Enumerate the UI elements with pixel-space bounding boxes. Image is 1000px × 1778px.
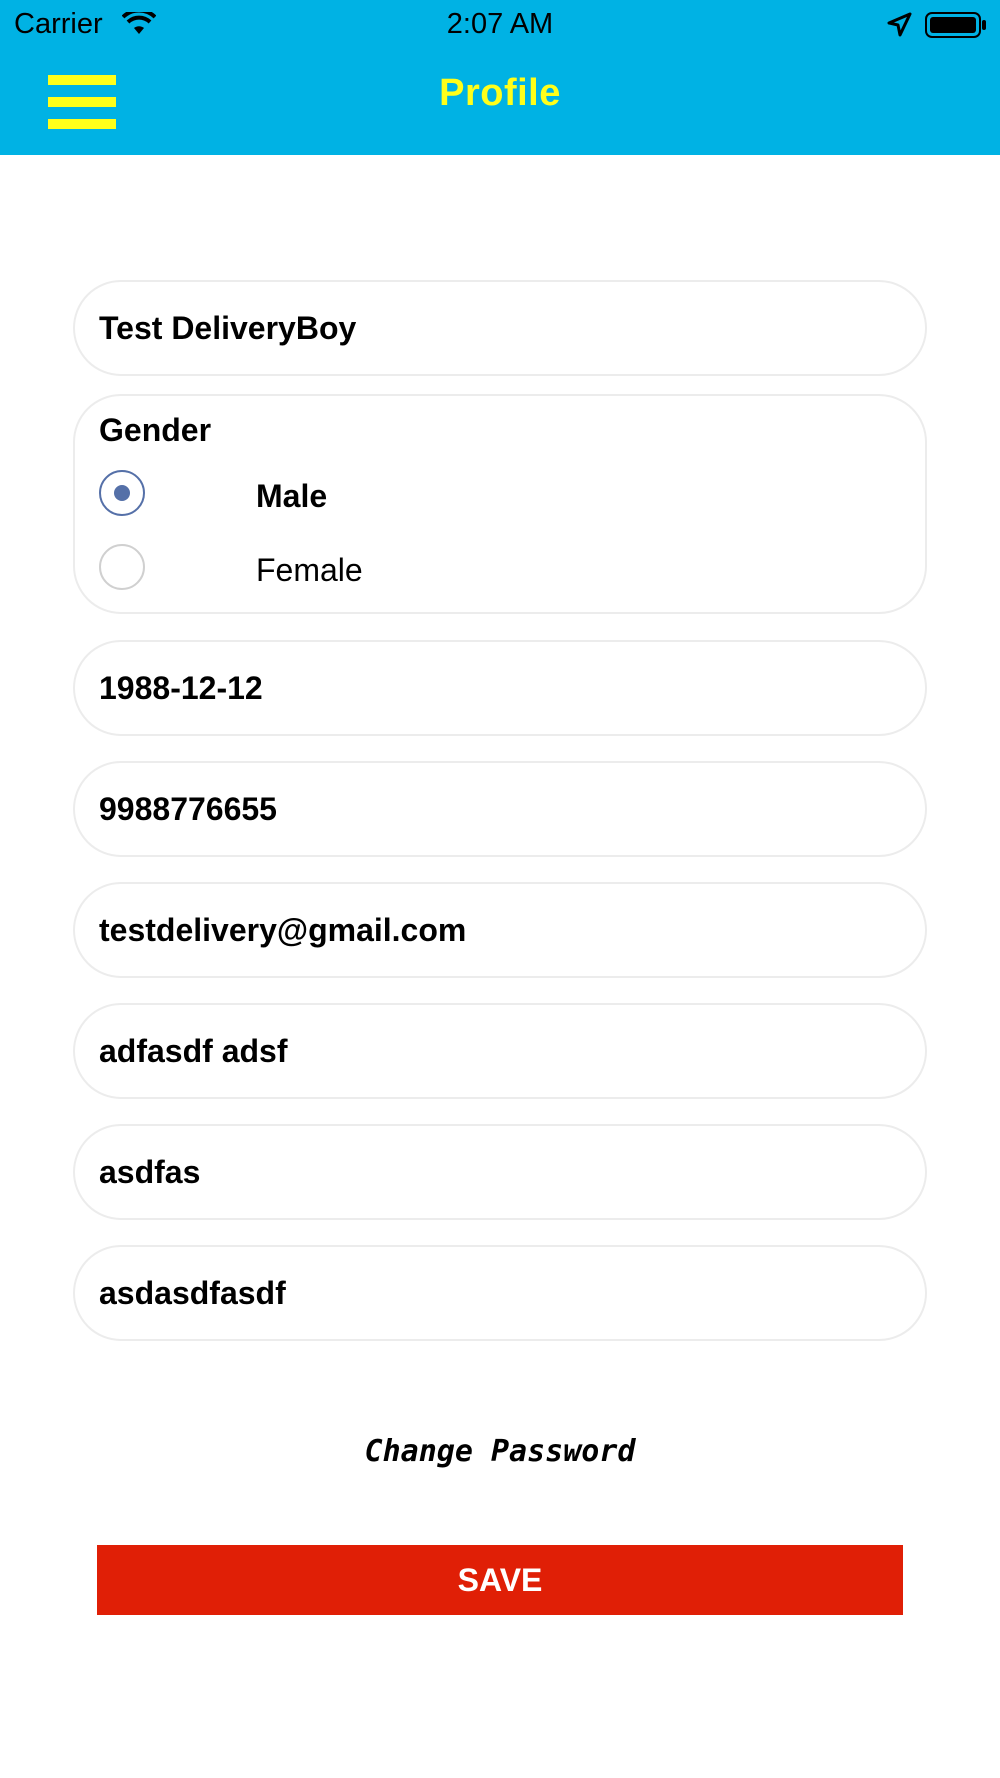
page-title: Profile — [439, 72, 561, 114]
status-bar: Carrier 2:07 AM — [0, 0, 1000, 50]
address-line1-value: adfasdf adsf — [99, 1033, 288, 1069]
location-arrow-icon — [886, 12, 912, 43]
dob-field[interactable]: 1988-12-12 — [73, 640, 927, 736]
address-line2-value: asdfas — [99, 1154, 201, 1190]
battery-icon — [925, 12, 987, 43]
address-line1-field[interactable]: adfasdf adsf — [73, 1003, 927, 1099]
gender-option-male[interactable]: Male — [99, 470, 699, 520]
phone-value: 9988776655 — [99, 791, 277, 827]
radio-unchecked-icon[interactable] — [99, 544, 145, 590]
gender-group: Gender Male Female — [73, 394, 927, 614]
gender-option-female[interactable]: Female — [99, 544, 699, 594]
email-value: testdelivery@gmail.com — [99, 912, 467, 948]
email-field[interactable]: testdelivery@gmail.com — [73, 882, 927, 978]
status-time: 2:07 AM — [446, 8, 554, 40]
phone-field[interactable]: 9988776655 — [73, 761, 927, 857]
top-navigation-bar: Profile — [0, 50, 1000, 155]
radio-checked-icon[interactable] — [99, 470, 145, 516]
address-line2-field[interactable]: asdfas — [73, 1124, 927, 1220]
change-password-link[interactable]: Change Password — [0, 1434, 1000, 1469]
address-line3-field[interactable]: asdasdfasdf — [73, 1245, 927, 1341]
save-button[interactable]: SAVE — [97, 1545, 903, 1615]
dob-value: 1988-12-12 — [99, 670, 263, 706]
gender-male-label: Male — [256, 478, 328, 514]
gender-label: Gender — [99, 412, 212, 448]
gender-female-label: Female — [256, 552, 363, 588]
address-line3-value: asdasdfasdf — [99, 1275, 286, 1311]
name-value: Test DeliveryBoy — [99, 310, 357, 346]
name-field[interactable]: Test DeliveryBoy — [73, 280, 927, 376]
